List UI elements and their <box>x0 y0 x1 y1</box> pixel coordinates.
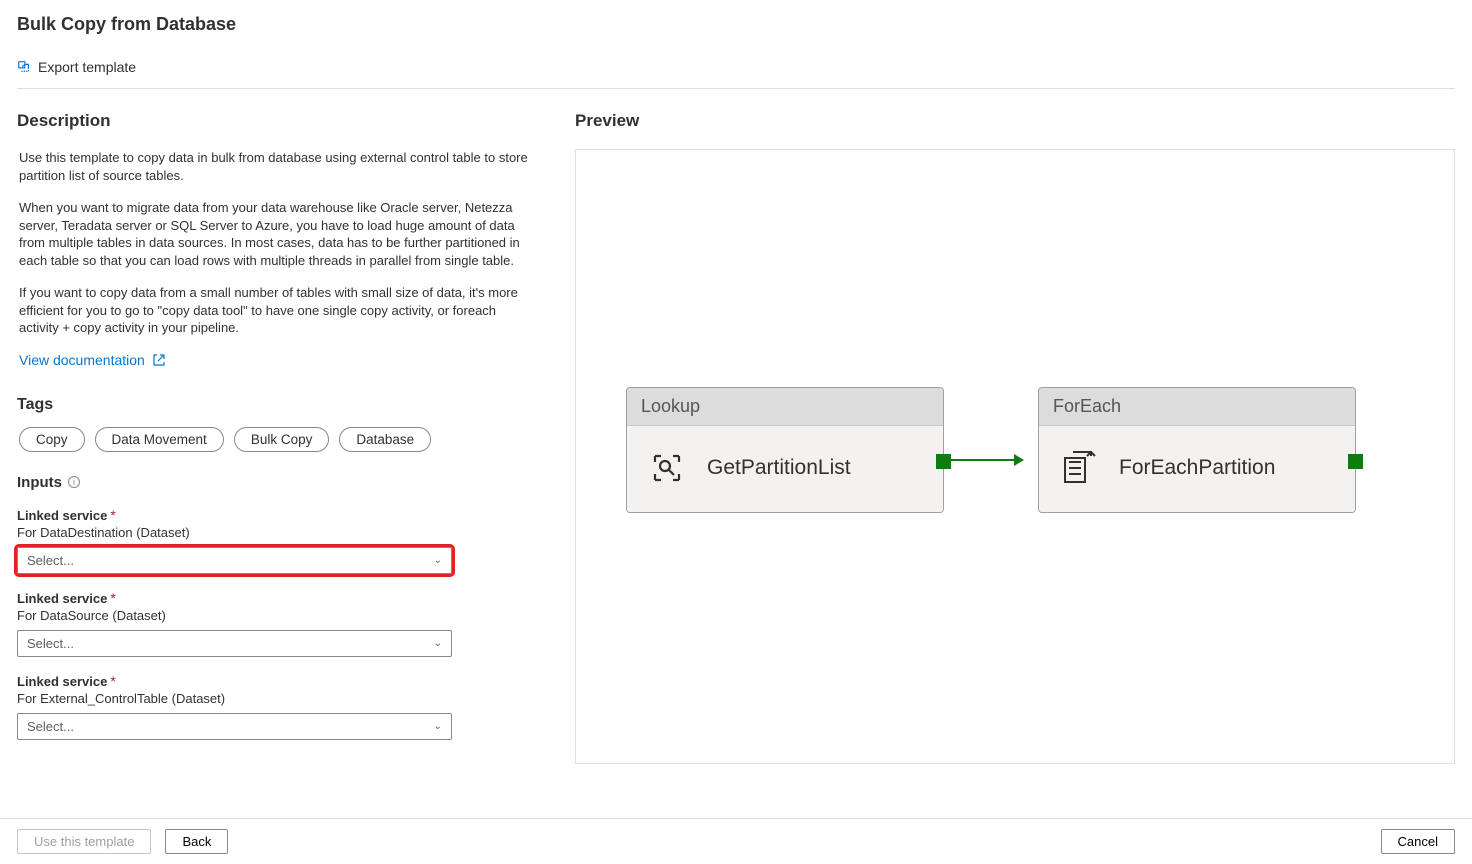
input-sublabel-1: For DataSource (Dataset) <box>17 608 537 623</box>
description-text-3: If you want to copy data from a small nu… <box>19 284 537 337</box>
description-text-2: When you want to migrate data from your … <box>19 199 537 269</box>
pipeline-node-lookup[interactable]: Lookup GetPartitionList <box>626 387 944 513</box>
lookup-icon <box>649 450 685 486</box>
description-text-1: Use this template to copy data in bulk f… <box>19 149 537 184</box>
export-template-label: Export template <box>38 59 136 75</box>
chevron-down-icon: ⌄ <box>434 638 442 649</box>
tag-data-movement[interactable]: Data Movement <box>95 427 224 452</box>
node-type-label: Lookup <box>627 388 943 426</box>
preview-canvas[interactable]: Lookup GetPartitionList <box>575 149 1455 764</box>
view-documentation-link[interactable]: View documentation <box>19 352 166 368</box>
pipeline-node-foreach[interactable]: ForEach ForEachPartition <box>1038 387 1356 513</box>
chevron-down-icon: ⌄ <box>434 555 442 566</box>
export-icon <box>17 60 31 74</box>
output-port[interactable] <box>936 454 951 469</box>
foreach-icon <box>1061 450 1097 486</box>
tag-database[interactable]: Database <box>339 427 431 452</box>
input-sublabel-0: For DataDestination (Dataset) <box>17 525 537 540</box>
linked-service-select-datasource[interactable]: Select... ⌄ <box>17 630 452 657</box>
output-port[interactable] <box>1348 454 1363 469</box>
description-heading: Description <box>17 111 537 131</box>
node-name: ForEachPartition <box>1119 456 1275 480</box>
tag-bulk-copy[interactable]: Bulk Copy <box>234 427 330 452</box>
input-sublabel-2: For External_ControlTable (Dataset) <box>17 691 537 706</box>
page-title: Bulk Copy from Database <box>17 14 1455 35</box>
select-placeholder: Select... <box>27 553 74 568</box>
required-mark: * <box>110 507 115 523</box>
cancel-button[interactable]: Cancel <box>1381 829 1455 854</box>
node-type-label: ForEach <box>1039 388 1355 426</box>
node-name: GetPartitionList <box>707 456 851 480</box>
chevron-down-icon: ⌄ <box>434 721 442 732</box>
input-label-2: Linked service <box>17 674 107 689</box>
connector-arrow <box>947 459 1022 461</box>
inputs-heading: Inputs <box>17 474 62 491</box>
tags-heading: Tags <box>17 396 537 414</box>
tag-copy[interactable]: Copy <box>19 427 85 452</box>
preview-heading: Preview <box>575 111 1455 131</box>
back-button[interactable]: Back <box>165 829 228 854</box>
linked-service-select-controltable[interactable]: Select... ⌄ <box>17 713 452 740</box>
export-template-link[interactable]: Export template <box>17 59 136 75</box>
view-documentation-label: View documentation <box>19 352 145 368</box>
select-placeholder: Select... <box>27 636 74 651</box>
linked-service-select-datadestination[interactable]: Select... ⌄ <box>17 547 452 574</box>
external-link-icon <box>152 353 166 367</box>
required-mark: * <box>110 590 115 606</box>
info-icon[interactable]: i <box>68 476 80 488</box>
use-this-template-button: Use this template <box>17 829 151 854</box>
required-mark: * <box>110 673 115 689</box>
input-label-0: Linked service <box>17 508 107 523</box>
select-placeholder: Select... <box>27 719 74 734</box>
input-label-1: Linked service <box>17 591 107 606</box>
